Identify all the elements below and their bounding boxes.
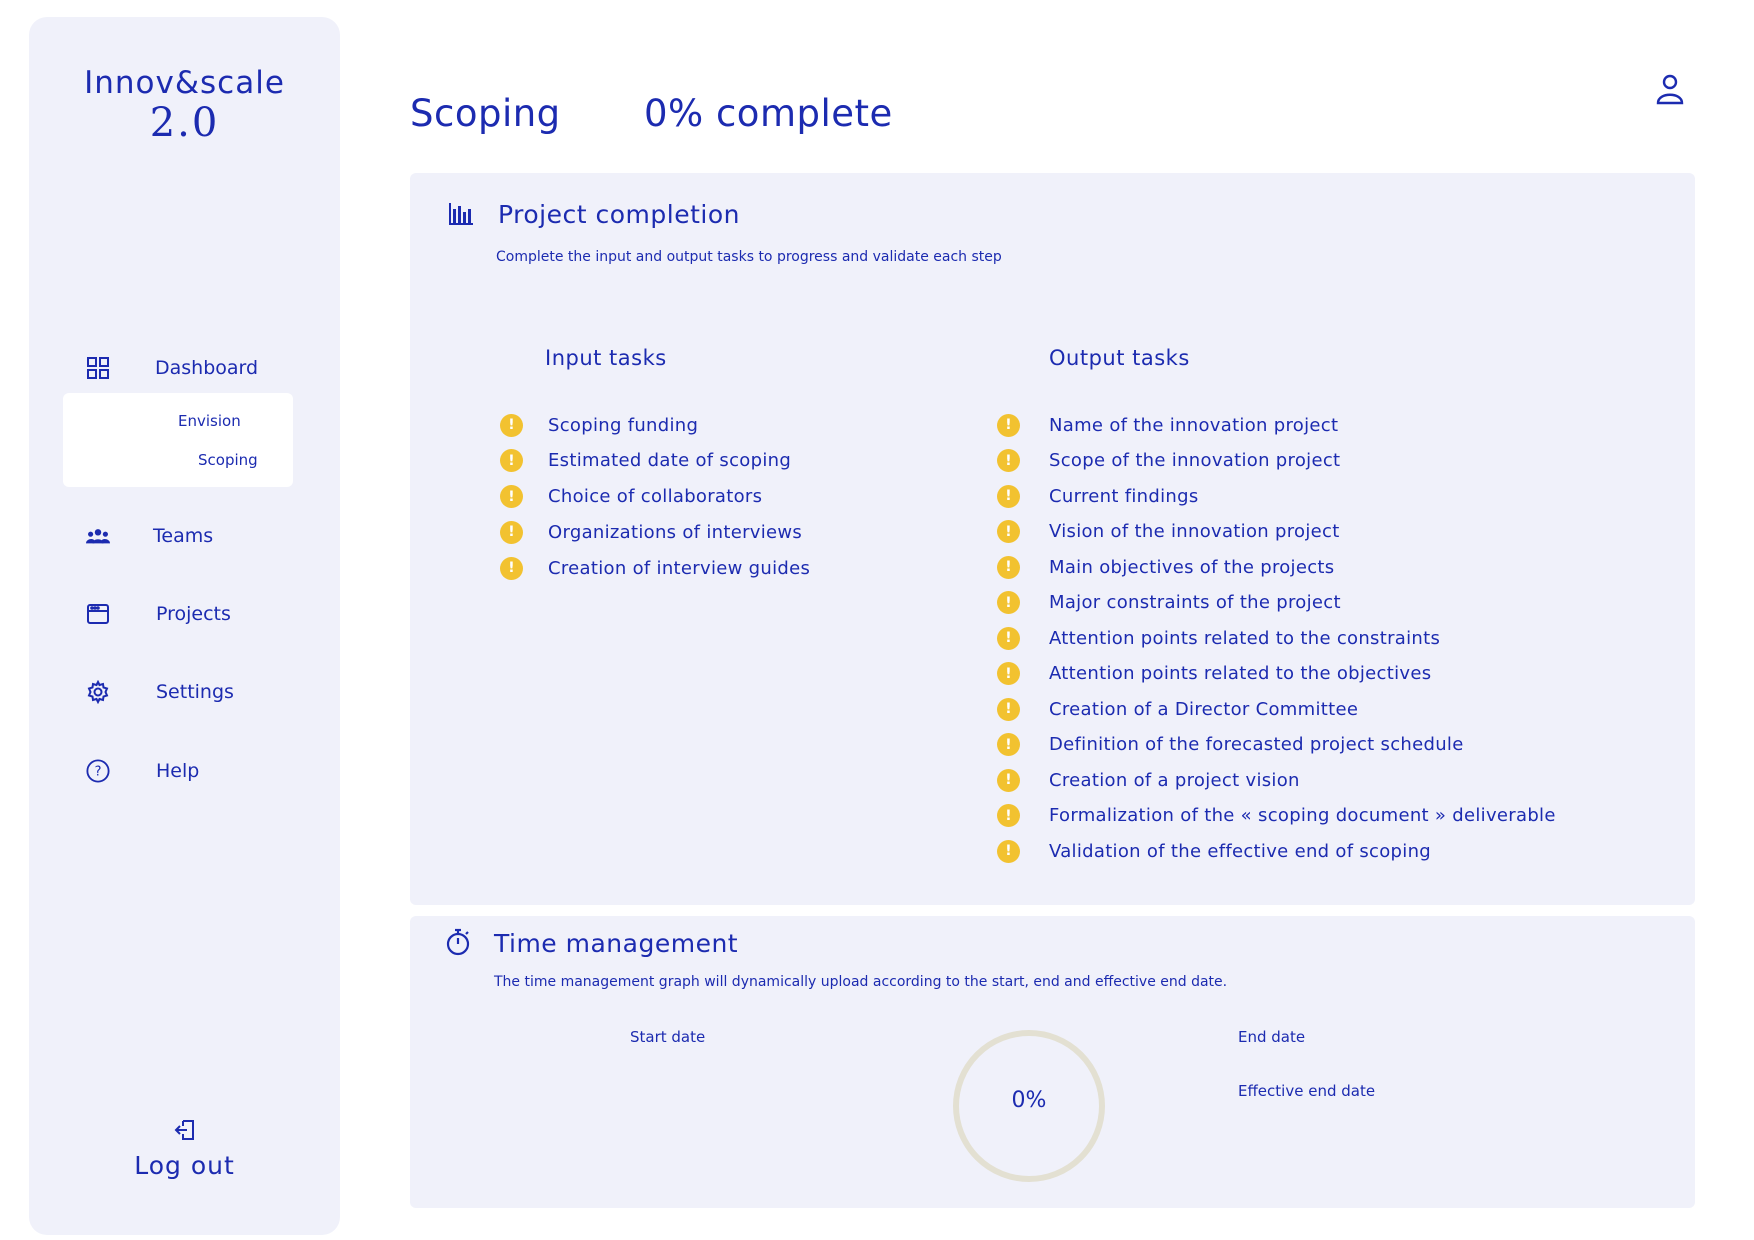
gear-icon <box>86 680 110 704</box>
start-date-label: Start date <box>630 1028 706 1046</box>
warning-icon: ! <box>500 413 523 437</box>
logo-line-1: Innov&scale <box>84 65 285 101</box>
input-tasks-title: Input tasks <box>545 346 667 370</box>
task-label: Definition of the forecasted project sch… <box>1049 734 1464 755</box>
task-label: Estimated date of scoping <box>548 450 792 472</box>
user-icon[interactable] <box>1653 72 1687 106</box>
warning-icon: ! <box>997 733 1020 756</box>
task-label: Creation of a Director Committee <box>1049 698 1359 720</box>
users-icon <box>86 524 110 548</box>
task-label: Attention points related to the objectiv… <box>1049 663 1432 684</box>
warning-icon: ! <box>997 555 1020 579</box>
card-title: Time management <box>494 929 739 958</box>
card-title: Project completion <box>498 200 740 229</box>
warning-icon: ! <box>997 413 1020 437</box>
grid-icon <box>86 356 110 380</box>
warning-icon: ! <box>997 626 1020 650</box>
logout-label: Log out <box>134 1151 235 1180</box>
warning-icon: ! <box>500 556 523 580</box>
browser-window-icon <box>86 602 110 626</box>
output-tasks-title: Output tasks <box>1049 346 1190 370</box>
submenu-item-envision[interactable]: Envision <box>178 412 241 430</box>
task-label: Creation of a project vision <box>1049 769 1300 791</box>
warning-icon: ! <box>997 591 1020 614</box>
warning-icon: ! <box>997 520 1020 543</box>
warning-icon: ! <box>997 484 1020 508</box>
warning-icon: ! <box>500 520 523 544</box>
sidebar-item-projects[interactable]: Projects <box>29 592 340 636</box>
task-label: Validation of the effective end of scopi… <box>1049 840 1432 862</box>
logo-line-2: 2.0 <box>149 100 220 146</box>
warning-icon: ! <box>997 768 1020 792</box>
task-label: Vision of the innovation project <box>1049 521 1340 542</box>
project-completion-card: Project completion Complete the input an… <box>410 173 1695 905</box>
task-label: Creation of interview guides <box>548 557 811 579</box>
task-label: Scope of the innovation project <box>1049 450 1341 471</box>
sidebar-item-label: Dashboard <box>155 357 259 379</box>
sidebar-item-label: Projects <box>156 603 231 625</box>
warning-icon: ! <box>997 662 1020 685</box>
task-label: Main objectives of the projects <box>1049 556 1335 578</box>
task-label: Formalization of the « scoping document … <box>1049 805 1556 826</box>
dashboard-submenu: Envision Scoping <box>63 393 293 487</box>
warning-icon: ! <box>997 449 1020 472</box>
sidebar: Innov&scale 2.0 Dashboard Envision Scopi… <box>29 17 340 1235</box>
task-label: Choice of collaborators <box>548 486 763 508</box>
effective-end-date-label: Effective end date <box>1238 1082 1376 1100</box>
task-label: Current findings <box>1049 485 1199 507</box>
warning-icon: ! <box>500 449 523 473</box>
logout-button[interactable]: Log out <box>29 1117 340 1180</box>
stopwatch-icon <box>445 928 471 960</box>
task-label: Scoping funding <box>548 414 699 436</box>
sidebar-item-help[interactable]: ? Help <box>29 749 340 793</box>
warning-icon: ! <box>997 804 1020 827</box>
progress-text: 0% complete <box>644 92 893 135</box>
card-subtitle: Complete the input and output tasks to p… <box>496 249 1002 265</box>
sidebar-item-dashboard[interactable]: Dashboard <box>29 346 340 390</box>
task-label: Name of the innovation project <box>1049 414 1339 436</box>
warning-icon: ! <box>500 485 523 509</box>
sidebar-item-teams[interactable]: Teams <box>29 514 340 558</box>
sidebar-item-settings[interactable]: Settings <box>29 670 340 714</box>
end-date-label: End date <box>1238 1028 1306 1046</box>
task-label: Attention points related to the constrai… <box>1049 627 1441 649</box>
sidebar-item-label: Teams <box>153 525 214 547</box>
sidebar-item-label: Help <box>156 760 200 782</box>
bar-chart-icon <box>449 203 473 229</box>
card-subtitle: The time management graph will dynamical… <box>494 974 1228 990</box>
svg-text:?: ? <box>95 765 102 780</box>
app-logo: Innov&scale 2.0 <box>29 65 340 145</box>
time-management-card: Time management The time management grap… <box>410 916 1695 1208</box>
warning-icon: ! <box>997 839 1020 863</box>
logout-icon <box>172 1117 198 1143</box>
task-label: Organizations of interviews <box>548 521 803 543</box>
warning-icon: ! <box>997 697 1020 721</box>
time-progress-label: 0% <box>1011 1088 1047 1113</box>
submenu-item-scoping[interactable]: Scoping <box>198 451 258 469</box>
sidebar-item-label: Settings <box>156 681 234 703</box>
task-label: Major constraints of the project <box>1049 592 1341 613</box>
question-circle-icon: ? <box>86 759 110 783</box>
page-title: Scoping <box>410 92 561 135</box>
